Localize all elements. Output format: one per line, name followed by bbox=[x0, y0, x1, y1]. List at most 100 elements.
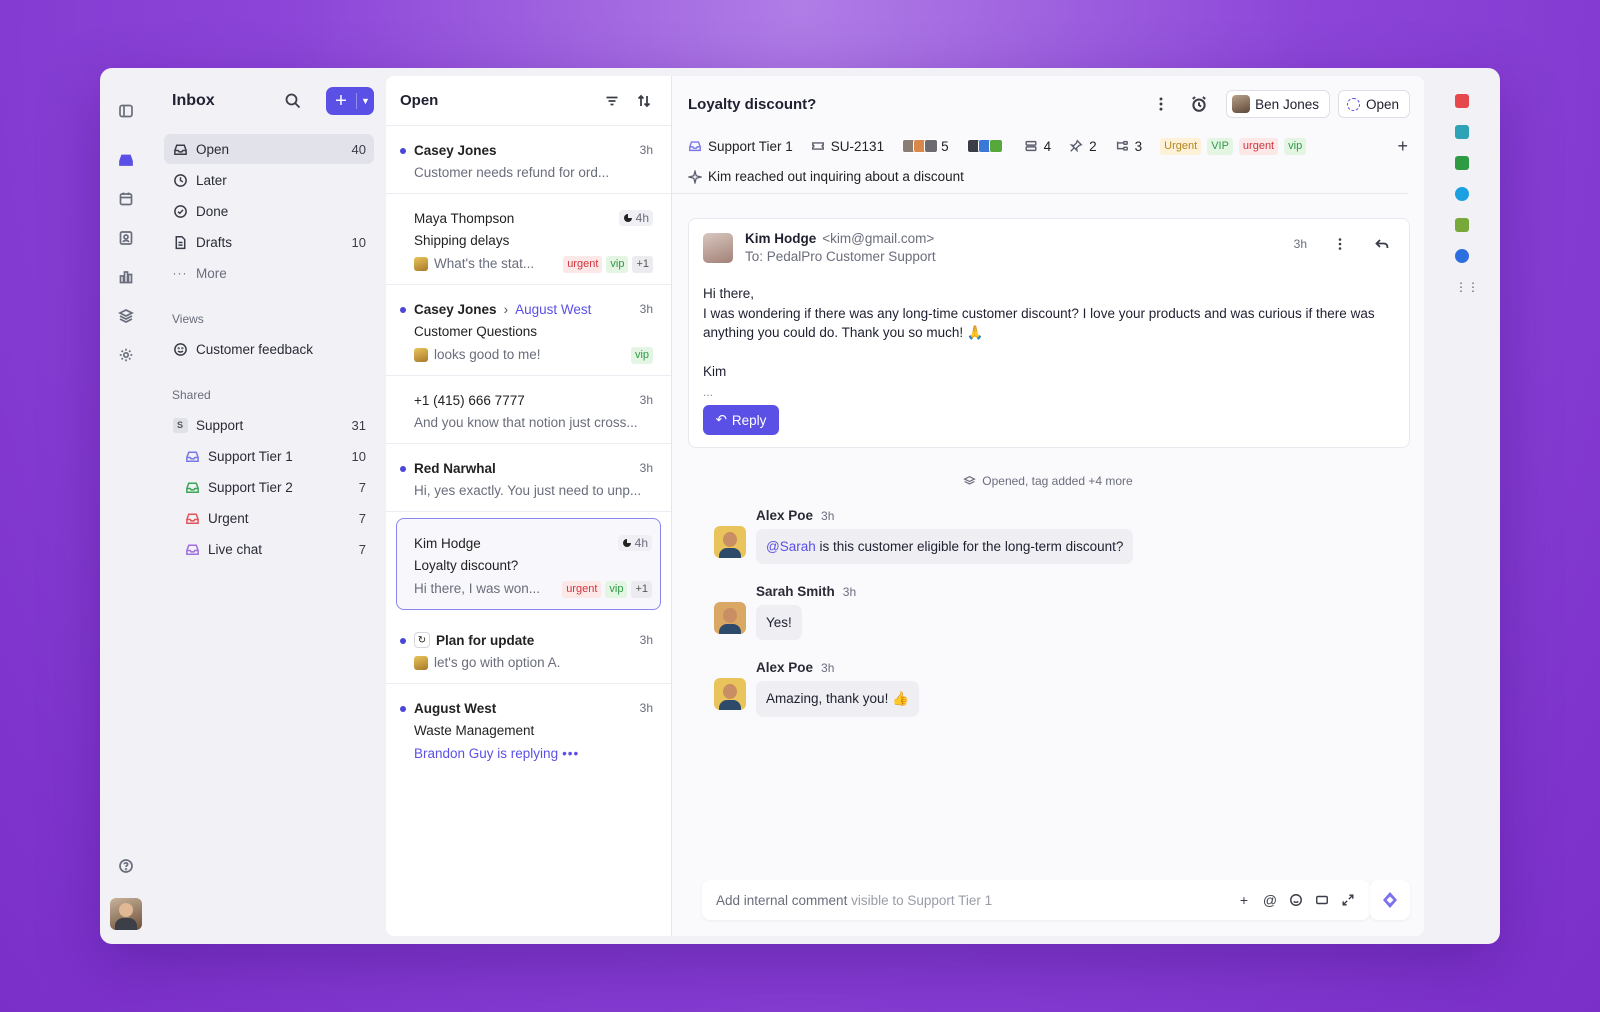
inbox-icon[interactable] bbox=[111, 145, 141, 175]
search-icon[interactable] bbox=[280, 88, 306, 114]
nav-item-more[interactable]: ··· More bbox=[164, 258, 374, 288]
meta-integrations[interactable] bbox=[966, 139, 1006, 153]
meta-threads[interactable]: 3 bbox=[1115, 139, 1142, 154]
sidebar-toggle-icon[interactable] bbox=[111, 96, 141, 126]
list-item[interactable]: Red Narwhal 3h Hi, yes exactly. You just … bbox=[386, 444, 671, 512]
add-tag-icon[interactable]: + bbox=[1397, 136, 1408, 157]
sheets-app-icon[interactable] bbox=[1455, 156, 1469, 170]
nav-item-drafts[interactable]: Drafts 10 bbox=[164, 227, 374, 257]
calendar-icon[interactable] bbox=[111, 184, 141, 214]
tag-urgent-label[interactable]: Urgent bbox=[1160, 137, 1202, 155]
activity-log[interactable]: Opened, tag added +4 more bbox=[672, 474, 1424, 488]
meta-participants-count: 5 bbox=[941, 138, 949, 154]
settings-gear-icon[interactable] bbox=[111, 340, 141, 370]
subthread-icon bbox=[1116, 140, 1128, 151]
conv-from: Maya Thompson bbox=[414, 210, 515, 226]
alarm-clock-icon[interactable] bbox=[1186, 91, 1212, 117]
meta-pins[interactable]: 2 bbox=[1069, 139, 1097, 154]
analytics-icon[interactable] bbox=[111, 262, 141, 292]
expand-icon[interactable] bbox=[1340, 892, 1356, 908]
comment-author: Alex Poe bbox=[756, 508, 814, 523]
conv-time-text: 4h bbox=[634, 536, 648, 550]
status-button[interactable]: Open bbox=[1337, 90, 1410, 118]
more-vertical-icon[interactable] bbox=[1327, 231, 1353, 257]
reply-arrow-icon[interactable] bbox=[1369, 231, 1395, 257]
plus-icon: + bbox=[335, 90, 347, 112]
compose-button[interactable]: + ▼ bbox=[326, 87, 374, 115]
jira-icon[interactable] bbox=[1455, 249, 1469, 263]
nav-item-later[interactable]: Later bbox=[164, 165, 374, 195]
meta-links[interactable]: 4 bbox=[1024, 139, 1051, 154]
apps-grid-icon[interactable]: ⋮⋮ bbox=[1455, 280, 1479, 294]
list-item[interactable]: Maya Thompson 4h Shipping delays What's t… bbox=[386, 194, 671, 285]
filter-icon[interactable] bbox=[599, 88, 625, 114]
conv-from: Plan for update bbox=[436, 632, 535, 648]
emoji-icon[interactable] bbox=[1288, 892, 1304, 908]
team-badge: S bbox=[172, 417, 188, 433]
user-avatar[interactable] bbox=[110, 898, 142, 930]
layers-icon[interactable] bbox=[111, 301, 141, 331]
status-label: Open bbox=[1365, 96, 1399, 112]
sort-icon[interactable] bbox=[631, 88, 657, 114]
chevron-right-icon: › bbox=[503, 301, 509, 317]
conv-preview: let's go with option A. bbox=[434, 655, 561, 670]
assignee-button[interactable]: Ben Jones bbox=[1226, 90, 1330, 118]
conv-subject: Loyalty discount? bbox=[414, 558, 519, 573]
reply-button[interactable]: ↶ Reply bbox=[703, 405, 779, 435]
quoted-text-toggle[interactable]: ... bbox=[703, 385, 1395, 399]
check-circle-icon bbox=[172, 203, 188, 219]
shared-count: 31 bbox=[351, 417, 366, 433]
shared-item-support[interactable]: S Support 31 bbox=[164, 410, 374, 440]
comment-avatar bbox=[714, 526, 746, 558]
shared-item-live-chat[interactable]: Live chat 7 bbox=[164, 534, 374, 564]
shared-item-urgent[interactable]: Urgent 7 bbox=[164, 503, 374, 533]
list-item[interactable]: Casey Jones 3h Customer needs refund for … bbox=[386, 126, 671, 194]
salesforce-icon[interactable] bbox=[1455, 187, 1469, 201]
comment-composer[interactable]: Add internal comment visible to Support … bbox=[702, 880, 1370, 920]
help-icon[interactable] bbox=[111, 851, 141, 881]
unread-dot bbox=[400, 466, 406, 472]
list-item[interactable]: Casey Jones › August West 3h Customer Quest… bbox=[386, 285, 671, 376]
shared-item-support-tier-2[interactable]: Support Tier 2 7 bbox=[164, 472, 374, 502]
meta-participants[interactable]: 5 bbox=[902, 139, 949, 154]
mention-icon[interactable]: @ bbox=[1262, 892, 1278, 908]
ai-assist-icon[interactable] bbox=[1370, 880, 1410, 920]
gif-icon[interactable] bbox=[1314, 892, 1330, 908]
list-item[interactable]: +1 (415) 666 7777 3h And you know that no… bbox=[386, 376, 671, 444]
add-attachment-icon[interactable]: + bbox=[1236, 892, 1252, 908]
shared-item-support-tier-1[interactable]: Support Tier 1 10 bbox=[164, 441, 374, 471]
list-item[interactable]: ↻ Plan for update 3h let's go with option … bbox=[386, 616, 671, 684]
email-greeting: Hi there, bbox=[703, 286, 755, 301]
nav-item-open[interactable]: Open 40 bbox=[164, 134, 374, 164]
contacts-icon[interactable] bbox=[111, 223, 141, 253]
conv-preview: And you know that notion just cross... bbox=[414, 415, 638, 430]
integration-icons bbox=[966, 139, 1003, 153]
conv-subject: Waste Management bbox=[414, 723, 535, 738]
app-window: Inbox + ▼ Open 40 Later Done Drafts 10 ··… bbox=[100, 68, 1500, 944]
tag-urgent[interactable]: urgent bbox=[1238, 137, 1279, 155]
tag-vip-label[interactable]: VIP bbox=[1207, 137, 1233, 155]
mention[interactable]: @Sarah bbox=[766, 539, 816, 554]
chevron-down-icon[interactable]: ▼ bbox=[356, 93, 374, 109]
comment-text: Amazing, thank you! 👍 bbox=[766, 691, 909, 706]
conv-preview: What's the stat... bbox=[434, 256, 535, 271]
view-item-customer-feedback[interactable]: Customer feedback bbox=[164, 334, 374, 364]
meta-ticket[interactable]: SU-2131 bbox=[811, 139, 884, 154]
composer-placeholder[interactable]: Add internal comment visible to Support … bbox=[716, 893, 1226, 908]
meta-inbox[interactable]: Support Tier 1 bbox=[688, 139, 793, 154]
clock-icon bbox=[172, 172, 188, 188]
contacts-app-icon[interactable] bbox=[1455, 125, 1469, 139]
shopify-icon[interactable] bbox=[1455, 218, 1469, 232]
tag-vip[interactable]: vip bbox=[1284, 137, 1307, 155]
conv-preview: looks good to me! bbox=[434, 347, 541, 362]
calendar-app-icon[interactable] bbox=[1455, 94, 1469, 108]
tag-more: +1 bbox=[632, 255, 653, 273]
activity-text: Opened, tag added +4 more bbox=[982, 474, 1133, 488]
comment-text: Yes! bbox=[766, 615, 792, 630]
nav-item-done[interactable]: Done bbox=[164, 196, 374, 226]
comment-bubble: Amazing, thank you! 👍 bbox=[756, 681, 919, 717]
discussion-icon: ↻ bbox=[414, 632, 430, 648]
list-item-selected[interactable]: Kim Hodge 4h Loyalty discount? Hi there, … bbox=[396, 518, 661, 610]
list-item[interactable]: August West 3h Waste Management Brandon G… bbox=[386, 684, 671, 774]
more-vertical-icon[interactable] bbox=[1148, 91, 1174, 117]
